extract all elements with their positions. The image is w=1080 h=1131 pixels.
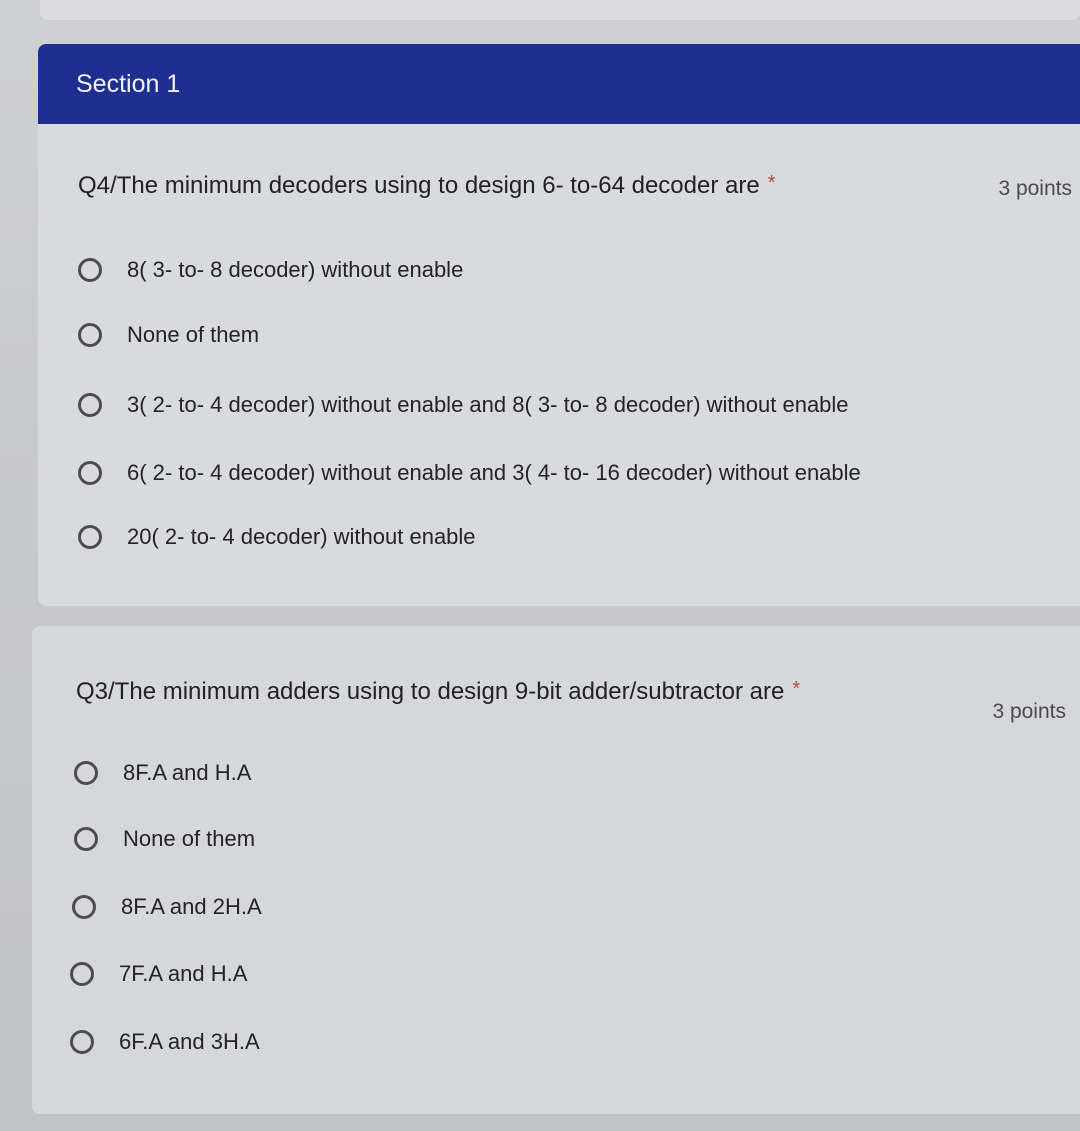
required-asterisk: * — [767, 172, 776, 194]
option-label: 6F.A and 3H.A — [119, 1029, 260, 1054]
option-label: None of them — [123, 826, 256, 851]
question-title: Q3/The minimum adders using to design 9-… — [76, 678, 801, 705]
option-label: 8( 3- to- 8 decoder) without enable — [127, 257, 464, 282]
option-radio[interactable]: 8F.A and H.A — [74, 760, 251, 786]
option-label: None of them — [127, 322, 260, 347]
option-radio[interactable]: 8F.A and 2H.A — [72, 894, 262, 920]
option-radio[interactable]: 3( 2- to- 4 decoder) without enable and … — [78, 392, 849, 418]
option-radio[interactable]: 7F.A and H.A — [70, 961, 247, 987]
section-header: Section 1 — [38, 44, 1080, 124]
points-label: 3 points — [992, 700, 1066, 723]
radio-button-icon[interactable] — [70, 962, 94, 986]
question-card-q4: Section 1 Q4/The minimum decoders using … — [38, 44, 1080, 606]
radio-button-icon[interactable] — [78, 393, 102, 417]
option-radio[interactable]: None of them — [78, 322, 259, 348]
radio-button-icon[interactable] — [78, 258, 102, 282]
option-radio[interactable]: 20( 2- to- 4 decoder) without enable — [78, 524, 476, 550]
option-label: 7F.A and H.A — [119, 961, 248, 986]
option-radio[interactable]: 8( 3- to- 8 decoder) without enable — [78, 257, 463, 283]
option-label: 3( 2- to- 4 decoder) without enable and … — [127, 392, 849, 417]
radio-button-icon[interactable] — [78, 323, 102, 347]
option-label: 8F.A and 2H.A — [121, 894, 262, 919]
required-asterisk: * — [792, 678, 801, 700]
form-page: Section 1 Q4/The minimum decoders using … — [0, 0, 1080, 1131]
radio-button-icon[interactable] — [78, 525, 102, 549]
points-label: 3 points — [998, 177, 1072, 200]
radio-button-icon[interactable] — [74, 827, 98, 851]
option-label: 20( 2- to- 4 decoder) without enable — [127, 524, 476, 549]
section-title: Section 1 — [76, 69, 181, 98]
option-label: 8F.A and H.A — [123, 760, 252, 785]
radio-button-icon[interactable] — [72, 895, 96, 919]
radio-button-icon[interactable] — [74, 761, 98, 785]
radio-button-icon[interactable] — [70, 1030, 94, 1054]
question-title: Q4/The minimum decoders using to design … — [78, 172, 776, 199]
option-radio[interactable]: 6F.A and 3H.A — [70, 1029, 260, 1055]
question-card-q3: Q3/The minimum adders using to design 9-… — [32, 626, 1080, 1114]
option-radio[interactable]: 6( 2- to- 4 decoder) without enable and … — [78, 460, 861, 486]
previous-card — [40, 0, 1080, 20]
option-radio[interactable]: None of them — [74, 826, 255, 852]
radio-button-icon[interactable] — [78, 461, 102, 485]
option-label: 6( 2- to- 4 decoder) without enable and … — [127, 460, 861, 485]
